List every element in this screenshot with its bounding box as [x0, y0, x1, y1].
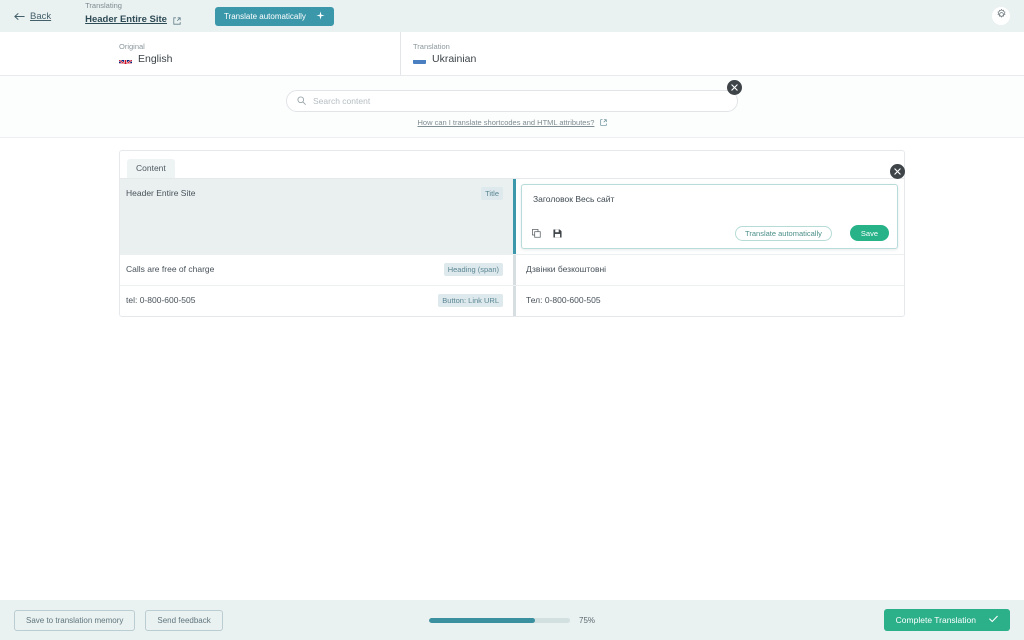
settings-button[interactable]: [992, 7, 1010, 25]
translate-automatically-editor-button[interactable]: Translate automatically: [735, 225, 832, 241]
help-link-text[interactable]: How can I translate shortcodes and HTML …: [418, 118, 595, 127]
tabs-row: Content: [120, 151, 904, 178]
progress-label: 75%: [579, 615, 596, 625]
save-disk-icon[interactable]: [553, 228, 562, 238]
help-link-row: How can I translate shortcodes and HTML …: [0, 118, 1024, 128]
top-bar: Back Translating Header Entire Site Tran…: [0, 0, 1024, 32]
translating-label: Translating: [85, 0, 122, 10]
row-source-cell: tel: 0-800-600-505 Button: Link URL: [120, 286, 513, 316]
translate-automatically-top-button[interactable]: Translate automatically: [214, 6, 334, 26]
editor-toolbar: Translate automatically Save: [522, 221, 897, 248]
flag-ua-icon: [413, 55, 426, 64]
back-button[interactable]: Back: [14, 11, 51, 22]
search-icon: [297, 92, 306, 110]
original-language-column: Original English: [0, 32, 400, 75]
send-feedback-button[interactable]: Send feedback: [145, 609, 223, 631]
row-source-cell: Calls are free of charge Heading (span): [120, 255, 513, 285]
complete-translation-label: Complete Translation: [895, 615, 976, 625]
language-bar: Original English Translation Ukrainian: [0, 32, 1024, 76]
original-language-name: English: [138, 52, 173, 65]
close-icon: [894, 168, 901, 175]
progress-bar-fill: [429, 617, 535, 623]
progress-bar: [429, 617, 570, 623]
translation-language-name: Ukrainian: [432, 52, 477, 65]
row-target-cell[interactable]: Тел: 0-800-600-505: [513, 286, 904, 316]
row-source-text: tel: 0-800-600-505: [126, 295, 196, 305]
save-translation-button[interactable]: Save: [849, 225, 889, 241]
translation-rows: Header Entire Site Title Заголовок Весь …: [120, 178, 904, 316]
row-type-badge: Heading (span): [443, 263, 503, 276]
translation-language-column: Translation Ukrainian: [400, 32, 476, 75]
search-box[interactable]: [286, 90, 738, 112]
row-type-badge: Button: Link URL: [438, 294, 503, 307]
arrow-left-icon: [14, 12, 25, 21]
original-label: Original: [119, 41, 145, 51]
external-link-icon[interactable]: [599, 119, 607, 128]
complete-translation-button[interactable]: Complete Translation: [883, 609, 1010, 631]
save-to-translation-memory-button[interactable]: Save to translation memory: [14, 609, 136, 631]
row-source-text: Header Entire Site: [126, 188, 196, 198]
close-search-button[interactable]: [727, 80, 742, 95]
table-row[interactable]: tel: 0-800-600-505 Button: Link URL Тел:…: [120, 286, 904, 316]
table-row[interactable]: Header Entire Site Title Заголовок Весь …: [120, 179, 904, 255]
table-row[interactable]: Calls are free of charge Heading (span) …: [120, 255, 904, 286]
row-type-badge: Title: [481, 187, 503, 200]
row-target-cell[interactable]: Дзвінки безкоштовні: [513, 255, 904, 285]
external-link-icon[interactable]: [173, 12, 181, 30]
copy-icon[interactable]: [532, 228, 541, 238]
back-button-label: Back: [30, 10, 52, 22]
translation-label: Translation: [413, 41, 450, 51]
close-icon: [731, 84, 738, 91]
sparkle-icon: [316, 10, 325, 22]
row-target-cell[interactable]: Заголовок Весь сайт Translate automatica…: [513, 179, 904, 254]
tab-content[interactable]: Content: [127, 159, 175, 178]
check-icon: [989, 615, 998, 625]
row-target-text: Тел: 0-800-600-505: [526, 295, 601, 305]
translate-automatically-top-label: Translate automatically: [223, 11, 306, 21]
document-title-link[interactable]: Header Entire Site: [85, 14, 167, 26]
search-input[interactable]: [313, 96, 727, 106]
translating-block: Translating Header Entire Site: [85, 0, 181, 30]
row-source-cell: Header Entire Site Title: [120, 179, 513, 254]
close-editor-button[interactable]: [890, 164, 905, 179]
row-target-text: Дзвінки безкоштовні: [526, 264, 607, 274]
content-card: Content Header Entire Site Title Заголов…: [119, 150, 905, 317]
footer-bar: Save to translation memory Send feedback…: [0, 600, 1024, 640]
progress-section: 75%: [429, 616, 595, 625]
row-source-text: Calls are free of charge: [126, 264, 215, 274]
search-section: How can I translate shortcodes and HTML …: [0, 76, 1024, 138]
translation-textarea[interactable]: Заголовок Весь сайт: [522, 185, 897, 221]
flag-uk-icon: [119, 55, 132, 64]
gear-icon: [996, 7, 1007, 25]
translation-editor[interactable]: Заголовок Весь сайт Translate automatica…: [521, 184, 898, 249]
